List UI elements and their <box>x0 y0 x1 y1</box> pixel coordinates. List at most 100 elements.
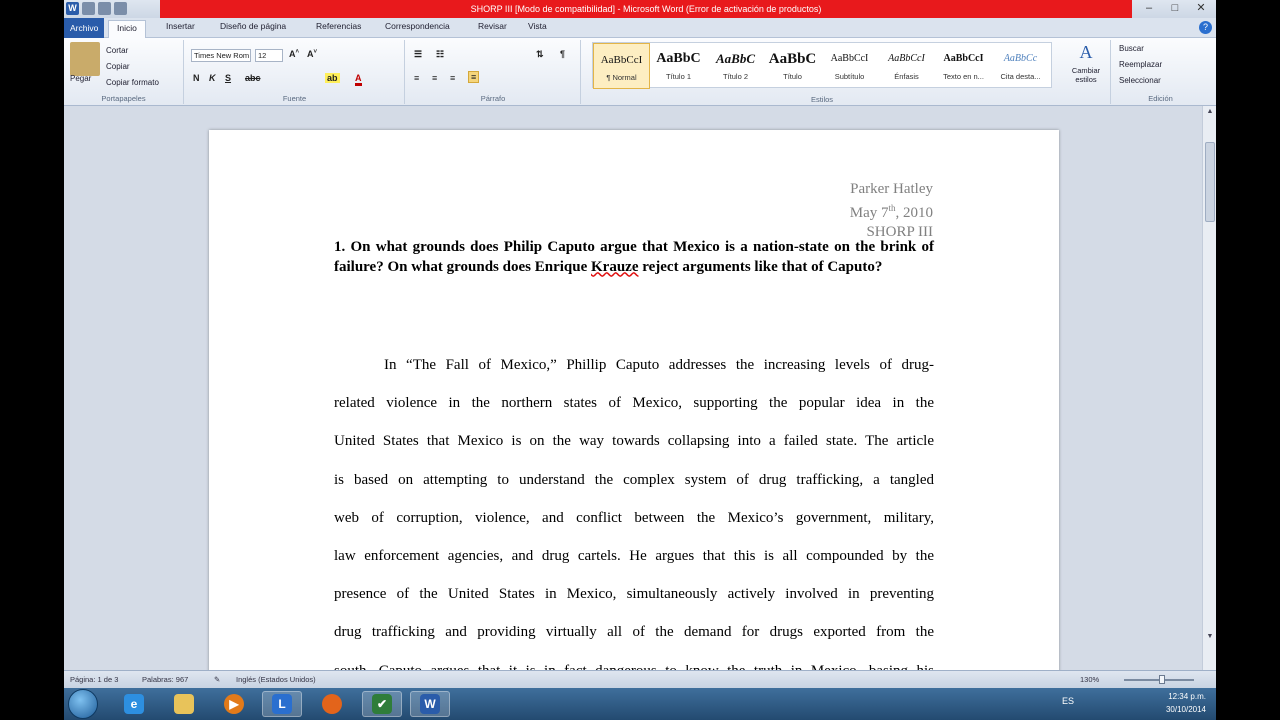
style-name: Cita desta... <box>1000 72 1041 81</box>
proofing-icon[interactable]: ✎ <box>214 675 220 684</box>
style-strong[interactable]: AaBbCcI Texto en n... <box>935 43 992 89</box>
zoom-slider-handle[interactable] <box>1159 675 1165 684</box>
scroll-thumb[interactable] <box>1205 142 1215 222</box>
style-quote[interactable]: AaBbCc Cita desta... <box>992 43 1049 89</box>
system-clock[interactable]: 12:34 p.m. 30/10/2014 <box>1166 690 1206 716</box>
taskbar-firefox[interactable] <box>312 691 352 717</box>
editing-group: Buscar Reemplazar Seleccionar Edición <box>1110 40 1210 104</box>
body-line: presence of the United States in Mexico,… <box>334 586 934 603</box>
align-left-icon[interactable]: ≡ <box>414 73 419 83</box>
style-name: Énfasis <box>894 72 919 81</box>
highlight-button[interactable]: ab <box>325 73 340 83</box>
format-painter-button[interactable]: Copiar formato <box>106 78 159 87</box>
pilcrow-icon[interactable]: ¶ <box>560 49 565 59</box>
bold-button[interactable]: N <box>193 73 200 83</box>
font-size-select[interactable]: 12 <box>255 49 283 62</box>
taskbar-word[interactable]: W <box>410 691 450 717</box>
style-name: Título 2 <box>722 72 748 81</box>
taskbar-media[interactable]: ▶ <box>214 691 254 717</box>
title-bar: W SHORP III [Modo de compatibilidad] - M… <box>64 0 1216 18</box>
tab-mailings[interactable]: Correspondencia <box>385 21 450 31</box>
maximize-button[interactable]: □ <box>1162 0 1188 18</box>
redo-icon[interactable] <box>114 2 127 15</box>
italic-button[interactable]: K <box>209 73 216 83</box>
save-icon[interactable] <box>82 2 95 15</box>
input-language[interactable]: ES <box>1062 696 1074 706</box>
clipboard-group: Pegar Cortar Copiar Copiar formato Porta… <box>64 40 184 104</box>
copy-button[interactable]: Copiar <box>106 62 130 71</box>
tab-home[interactable]: Inicio <box>108 20 146 38</box>
sort-icon[interactable]: ⇅ <box>536 49 544 60</box>
zoom-level[interactable]: 130% <box>1080 675 1099 684</box>
clock-time: 12:34 p.m. <box>1168 692 1206 701</box>
align-right-icon[interactable]: ≡ <box>450 73 455 83</box>
paste-icon[interactable] <box>70 42 100 76</box>
scroll-down-icon[interactable]: ▼ <box>1203 633 1216 640</box>
tab-page-layout[interactable]: Diseño de página <box>220 21 286 31</box>
question-part: reject arguments like that of Caputo? <box>638 258 883 275</box>
tab-insert[interactable]: Insertar <box>166 21 195 31</box>
style-name: ¶ Normal <box>606 73 637 82</box>
select-button[interactable]: Seleccionar <box>1119 76 1161 85</box>
change-styles-button[interactable]: A Cambiar estilos <box>1066 40 1106 84</box>
document-header: Parker Hatley May 7th, 2010 SHORP III <box>850 180 933 242</box>
word-count[interactable]: Palabras: 967 <box>142 675 188 684</box>
styles-label: Estilos <box>810 95 834 104</box>
style-subtitle[interactable]: AaBbCcI Subtítulo <box>821 43 878 89</box>
scroll-up-icon[interactable]: ▲ <box>1203 108 1216 115</box>
taskbar-explorer[interactable] <box>164 691 204 717</box>
font-name-select[interactable]: Times New Rom <box>191 49 251 62</box>
style-heading1[interactable]: AaBbC Título 1 <box>650 43 707 89</box>
taskbar-lync[interactable]: L <box>262 691 302 717</box>
ribbon-tabs: Archivo Inicio Insertar Diseño de página… <box>64 18 1216 38</box>
style-preview: AaBbC <box>715 51 755 66</box>
tab-view[interactable]: Vista <box>528 21 547 31</box>
font-group: Times New Rom 12 A˄ A˅ N K S abc ab A Fu… <box>185 40 405 104</box>
numbering-icon[interactable]: ☷ <box>436 49 444 60</box>
style-normal[interactable]: AaBbCcI ¶ Normal <box>593 43 650 89</box>
style-preview: AaBbCcI <box>888 53 925 64</box>
screen: W SHORP III [Modo de compatibilidad] - M… <box>0 0 1280 720</box>
vertical-scrollbar[interactable]: ▲ ▼ <box>1202 106 1216 670</box>
tab-review[interactable]: Revisar <box>478 21 507 31</box>
cut-button[interactable]: Cortar <box>106 46 128 55</box>
style-emphasis[interactable]: AaBbCcI Énfasis <box>878 43 935 89</box>
align-center-icon[interactable]: ≡ <box>432 73 437 83</box>
bullets-icon[interactable]: ☰ <box>414 49 422 60</box>
document-page[interactable]: Parker Hatley May 7th, 2010 SHORP III 1.… <box>209 130 1059 670</box>
minimize-button[interactable]: – <box>1136 0 1162 18</box>
font-color-button[interactable]: A <box>355 73 362 86</box>
body-line: web of corruption, violence, and conflic… <box>334 509 934 526</box>
strikethrough-button[interactable]: abc <box>245 73 261 83</box>
grow-font-button[interactable]: A˄ <box>289 49 299 59</box>
undo-icon[interactable] <box>98 2 111 15</box>
misspelled-word[interactable]: Krauze <box>591 259 638 275</box>
shrink-font-button[interactable]: A˅ <box>307 49 317 59</box>
ie-icon: e <box>124 694 144 714</box>
paragraph-label: Párrafo <box>480 94 506 103</box>
taskbar-security[interactable]: ✔ <box>362 691 402 717</box>
start-button[interactable] <box>68 689 98 719</box>
language-status[interactable]: Inglés (Estados Unidos) <box>236 675 316 684</box>
find-button[interactable]: Buscar <box>1119 44 1144 53</box>
paste-button[interactable]: Pegar <box>70 74 91 83</box>
close-button[interactable]: ✕ <box>1188 0 1214 18</box>
justify-icon[interactable]: ≡ <box>468 71 480 83</box>
lync-icon: L <box>272 694 292 714</box>
style-title[interactable]: AaBbC Título <box>764 43 821 89</box>
tab-file[interactable]: Archivo <box>64 18 104 38</box>
document-area: Parker Hatley May 7th, 2010 SHORP III 1.… <box>64 106 1202 670</box>
tab-references[interactable]: Referencias <box>316 21 361 31</box>
change-styles-icon: A <box>1079 42 1093 62</box>
taskbar: e ▶ L ✔ W ES 12:34 p.m. 30/10/2014 <box>64 688 1216 720</box>
underline-button[interactable]: S <box>225 73 231 83</box>
document-date: May 7th, 2010 <box>850 199 933 223</box>
body-line: law enforcement agencies, and drug carte… <box>334 548 934 565</box>
page-count[interactable]: Página: 1 de 3 <box>70 675 118 684</box>
style-heading2[interactable]: AaBbC Título 2 <box>707 43 764 89</box>
clipboard-label: Portapapeles <box>101 94 146 103</box>
replace-button[interactable]: Reemplazar <box>1119 60 1162 69</box>
taskbar-ie[interactable]: e <box>114 691 154 717</box>
word-app-icon[interactable]: W <box>66 2 79 15</box>
help-icon[interactable]: ? <box>1199 21 1212 34</box>
